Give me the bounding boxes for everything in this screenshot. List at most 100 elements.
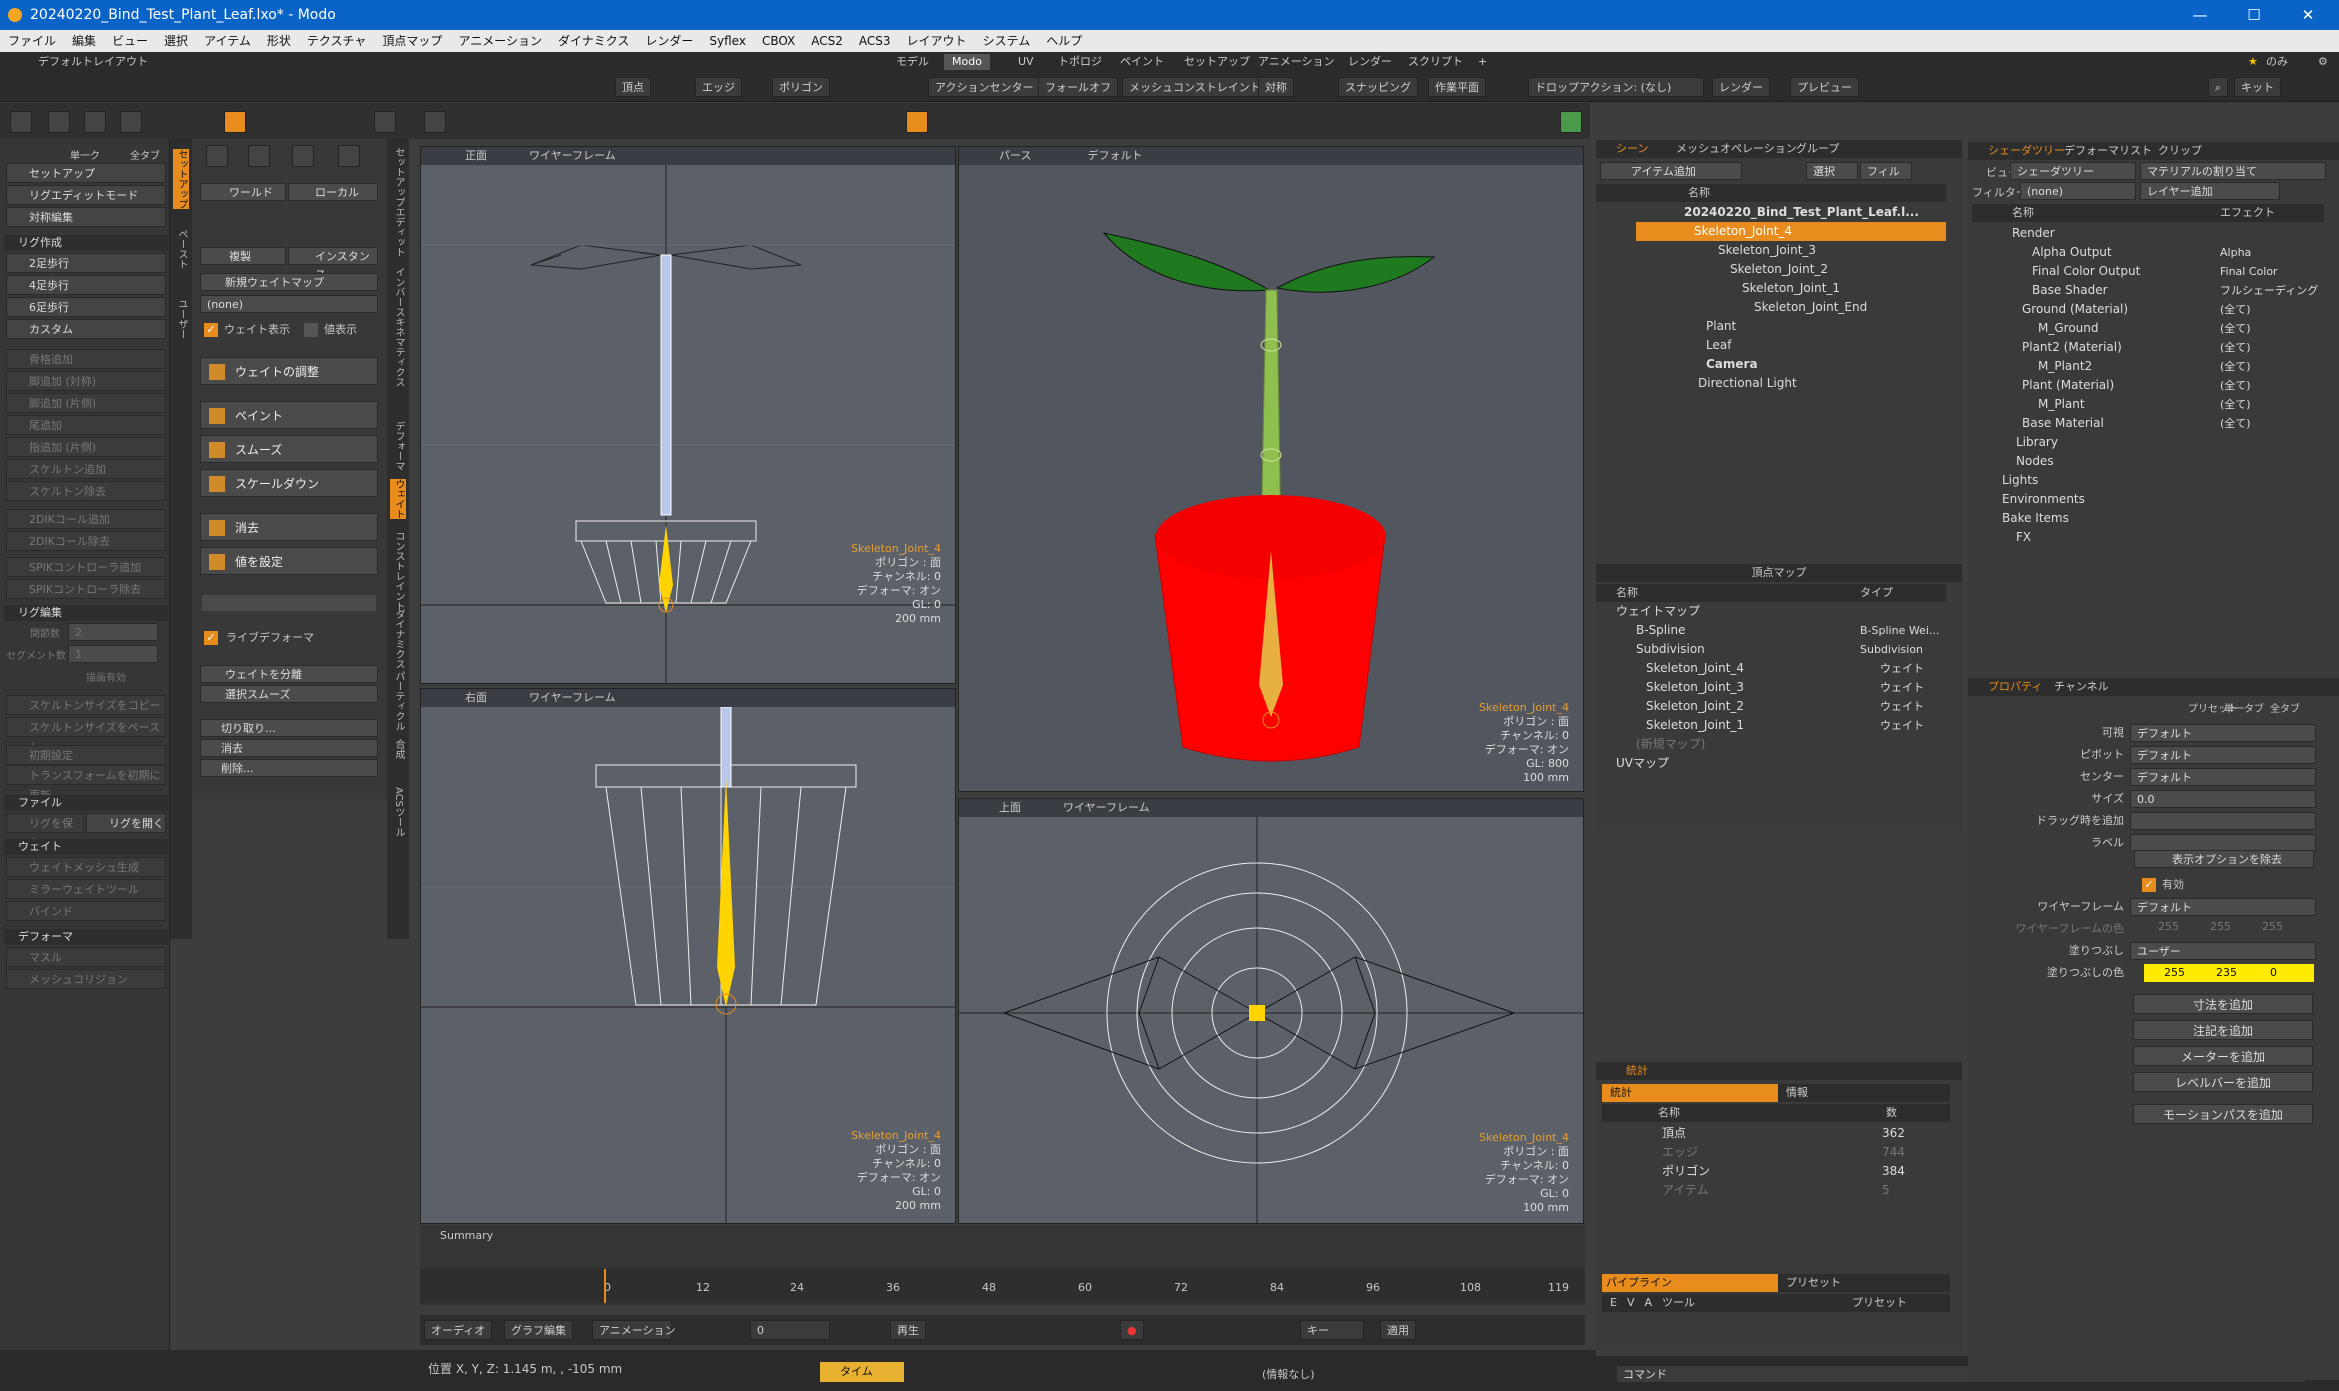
apply-button[interactable]: 適用 bbox=[1380, 1320, 1416, 1340]
instance-button[interactable]: インスタンス bbox=[288, 247, 378, 281]
deformer-header[interactable]: デフォーマ bbox=[4, 929, 168, 945]
figure-tool-icon[interactable] bbox=[338, 145, 360, 167]
vtab-acs-tools[interactable]: ACSツール bbox=[390, 787, 406, 837]
set-value-button[interactable]: 値を設定 bbox=[200, 547, 378, 575]
symmetry-button[interactable]: 対称 bbox=[1258, 77, 1294, 97]
all-tabs-label[interactable]: 全タブ bbox=[2270, 700, 2300, 715]
vtab-constraint[interactable]: コンストレイント bbox=[390, 531, 406, 611]
select-button[interactable]: 選択 bbox=[1806, 162, 1858, 180]
rig-edit-mode-button[interactable]: リグエディットモード bbox=[6, 185, 166, 205]
view-select[interactable]: シェーダツリー bbox=[2010, 162, 2136, 180]
vtab-deformer[interactable]: デフォーマ bbox=[390, 421, 406, 471]
vmap-row[interactable]: Subdivision Subdivision bbox=[1596, 640, 1946, 659]
tree-item-joint-end[interactable]: Skeleton_Joint_End bbox=[1636, 298, 1946, 317]
record-icon[interactable]: ● bbox=[1120, 1320, 1144, 1340]
filter-select[interactable]: (none) bbox=[2020, 182, 2136, 200]
drop-action-select[interactable]: ドロップアクション: (なし) bbox=[1528, 77, 1704, 97]
tab-properties[interactable]: プロパティ bbox=[1988, 678, 2042, 696]
world-button[interactable]: ワールド bbox=[200, 183, 286, 201]
enabled-checkbox[interactable]: ✓ bbox=[2142, 878, 2156, 892]
joint-tool-icon[interactable] bbox=[248, 145, 270, 167]
vmap-row[interactable]: Skeleton_Joint_4 ウェイト bbox=[1596, 659, 1946, 678]
timeline-ruler[interactable]: 0 12 24 36 48 60 72 84 96 108 119 bbox=[420, 1269, 1585, 1303]
action-center-button[interactable]: アクションセンター bbox=[928, 77, 1041, 97]
tab-shader-tree[interactable]: シェーダツリー bbox=[1988, 142, 2065, 160]
menu-dynamics[interactable]: ダイナミクス bbox=[550, 30, 637, 52]
menu-help[interactable]: ヘルプ bbox=[1038, 30, 1090, 52]
shade-mode[interactable]: ワイヤーフレーム bbox=[529, 691, 616, 704]
menu-system[interactable]: システム bbox=[975, 30, 1039, 52]
shader-row[interactable]: Ground (Material) (全て) bbox=[1972, 300, 2324, 319]
tab-render[interactable]: レンダー bbox=[1340, 54, 1400, 70]
cut-button[interactable]: 切り取り... bbox=[200, 719, 378, 737]
search-icon[interactable]: ⌕ bbox=[2208, 77, 2229, 97]
scale-tool-icon[interactable] bbox=[84, 111, 106, 133]
move-tool-icon[interactable] bbox=[10, 111, 32, 133]
setup-button[interactable]: セットアップ bbox=[6, 163, 166, 183]
vtab-ik[interactable]: インバースキネマティクス bbox=[390, 267, 406, 387]
shader-row[interactable]: M_Ground (全て) bbox=[1972, 319, 2324, 338]
biped-button[interactable]: 2足歩行 bbox=[6, 253, 166, 273]
tree-item-joint1[interactable]: Skeleton_Joint_1 bbox=[1636, 279, 1946, 298]
tab-modo[interactable]: Modo bbox=[944, 54, 990, 70]
weightmap-select[interactable]: (none) bbox=[200, 295, 378, 313]
layer-add-select[interactable]: レイヤー追加 bbox=[2140, 182, 2280, 200]
custom-button[interactable]: カスタム bbox=[6, 319, 166, 339]
new-weightmap-button[interactable]: 新規ウェイトマップ bbox=[200, 273, 378, 291]
tab-script[interactable]: スクリプト bbox=[1400, 54, 1471, 70]
symmetry-edit-button[interactable]: 対称編集 bbox=[6, 207, 166, 227]
vmap-weight-group[interactable]: ウェイトマップ bbox=[1596, 602, 1700, 621]
stats-subtab[interactable]: 統計 bbox=[1602, 1084, 1778, 1102]
vtab-composite[interactable]: 合成 bbox=[390, 739, 406, 759]
timeline[interactable]: Summary 0 12 24 36 48 60 72 84 96 108 11… bbox=[420, 1225, 1585, 1305]
tree-item-plant[interactable]: Plant bbox=[1636, 317, 1946, 336]
tab-scene[interactable]: シーン bbox=[1616, 140, 1648, 158]
layout-name[interactable]: デフォルトレイアウト bbox=[38, 52, 148, 72]
tree-item-joint2[interactable]: Skeleton_Joint_2 bbox=[1636, 260, 1946, 279]
menu-syflex[interactable]: Syflex bbox=[701, 30, 754, 52]
minimize-button[interactable]: — bbox=[2173, 0, 2227, 30]
edge-mode-button[interactable]: エッジ bbox=[695, 77, 742, 97]
prop-field[interactable]: デフォルト bbox=[2130, 746, 2316, 764]
shader-row[interactable]: Nodes bbox=[1972, 452, 2324, 471]
vmap-row[interactable]: B-Spline B-Spline Wei... bbox=[1596, 621, 1946, 640]
menu-vertex-map[interactable]: 頂点マップ bbox=[374, 30, 450, 52]
gear-icon[interactable]: ⚙ bbox=[2318, 52, 2328, 72]
rig-create-header[interactable]: リグ作成 bbox=[4, 235, 168, 251]
only-label[interactable]: のみ bbox=[2266, 52, 2288, 72]
vtab-weight[interactable]: ウェイト bbox=[390, 479, 406, 519]
viewport-front[interactable]: 正面 ワイヤーフレーム Skeleton_Joint_4 ポリゴン : 面チャンネル… bbox=[420, 146, 956, 684]
sphere-tool-icon[interactable] bbox=[292, 145, 314, 167]
shader-row[interactable]: Bake Items bbox=[1972, 509, 2324, 528]
vtab-user[interactable]: ユーザー bbox=[173, 299, 189, 339]
shader-row[interactable]: Final Color Output Final Color bbox=[1972, 262, 2324, 281]
preset-tab[interactable]: プリセット bbox=[1778, 1274, 1950, 1292]
menu-item[interactable]: アイテム bbox=[196, 30, 259, 52]
remove-button[interactable]: 削除... bbox=[200, 759, 378, 777]
grid-snap-icon[interactable] bbox=[906, 111, 928, 133]
tree-item-joint4[interactable]: Skeleton_Joint_4 bbox=[1636, 222, 1946, 241]
tab-stats[interactable]: 統計 bbox=[1626, 1064, 1648, 1077]
frame-field[interactable]: 0 bbox=[750, 1320, 830, 1340]
viewport-right[interactable]: 右面 ワイヤーフレーム Skeleton_Joint_4 ポリゴン : 面チャンネル… bbox=[420, 688, 956, 1224]
shader-row[interactable]: Base Material (全て) bbox=[1972, 414, 2324, 433]
weight-adjust-button[interactable]: ウェイトの調整 bbox=[200, 357, 378, 385]
add-levelbar-button[interactable]: レベルバーを追加 bbox=[2133, 1072, 2313, 1092]
file-header[interactable]: ファイル bbox=[4, 795, 168, 811]
menu-view[interactable]: ビュー bbox=[104, 30, 156, 52]
vmap-new-map[interactable]: (新規マップ) bbox=[1596, 735, 1705, 754]
graph-editor-button[interactable]: グラフ編集 bbox=[504, 1320, 573, 1340]
fill-color-swatch[interactable]: 255 235 0 bbox=[2144, 964, 2314, 982]
falloff-button[interactable]: フォールオフ bbox=[1038, 77, 1118, 97]
view-name[interactable]: 右面 bbox=[465, 691, 487, 704]
rig-tool-icon[interactable] bbox=[206, 145, 228, 167]
shade-mode[interactable]: ワイヤーフレーム bbox=[1063, 801, 1150, 814]
mesh-constraint-button[interactable]: メッシュコンストレイント bbox=[1122, 77, 1268, 97]
tab-animation[interactable]: アニメーション bbox=[1250, 54, 1343, 70]
tree-item-camera[interactable]: Camera bbox=[1636, 355, 1946, 374]
weight-display-checkbox[interactable]: ✓ bbox=[204, 323, 218, 337]
menu-edit[interactable]: 編集 bbox=[64, 30, 104, 52]
add-annotation-button[interactable]: 注記を追加 bbox=[2133, 1020, 2313, 1040]
menu-animation[interactable]: アニメーション bbox=[450, 30, 550, 52]
scale-down-button[interactable]: スケールダウン bbox=[200, 469, 378, 497]
